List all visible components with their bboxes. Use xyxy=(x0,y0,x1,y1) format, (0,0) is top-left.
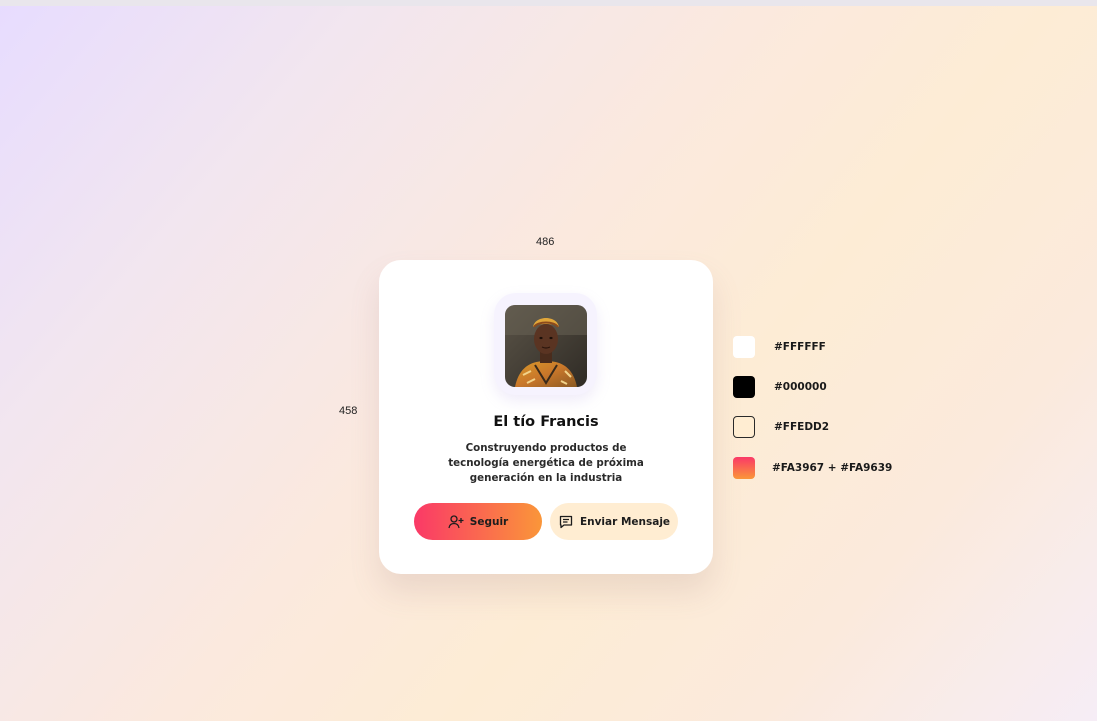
profile-bio: Construyendo productos de tecnología ene… xyxy=(448,442,644,484)
user-plus-icon xyxy=(448,514,464,530)
follow-button-label: Seguir xyxy=(469,515,509,528)
message-icon xyxy=(558,514,574,530)
avatar-frame xyxy=(494,293,597,395)
black-swatch xyxy=(733,376,755,398)
palette-label: #000000 xyxy=(774,381,827,393)
palette-label: #FFEDD2 xyxy=(774,421,830,433)
palette-label: #FFFFFF xyxy=(774,341,826,353)
cream-swatch xyxy=(733,416,755,438)
send-message-button[interactable]: Enviar Mensaje xyxy=(550,503,678,540)
palette-item-white: #FFFFFF xyxy=(733,335,826,359)
height-dimension-label: 458 xyxy=(339,405,358,417)
palette-item-gradient: #FA3967 + #FA9639 xyxy=(733,456,892,480)
send-message-button-label: Enviar Mensaje xyxy=(579,515,671,528)
palette-item-black: #000000 xyxy=(733,375,827,399)
profile-photo xyxy=(505,305,587,387)
width-dimension-label: 486 xyxy=(536,236,555,248)
profile-name: El tío Francis xyxy=(493,414,599,430)
palette-label: #FA3967 + #FA9639 xyxy=(772,462,893,474)
gradient-swatch xyxy=(733,457,755,479)
profile-card: El tío Francis Construyendo productos de… xyxy=(379,260,713,574)
white-swatch xyxy=(733,336,755,358)
follow-button[interactable]: Seguir xyxy=(414,503,542,540)
avatar xyxy=(505,305,587,387)
palette-item-cream: #FFEDD2 xyxy=(733,415,829,439)
top-bar xyxy=(0,0,1097,6)
